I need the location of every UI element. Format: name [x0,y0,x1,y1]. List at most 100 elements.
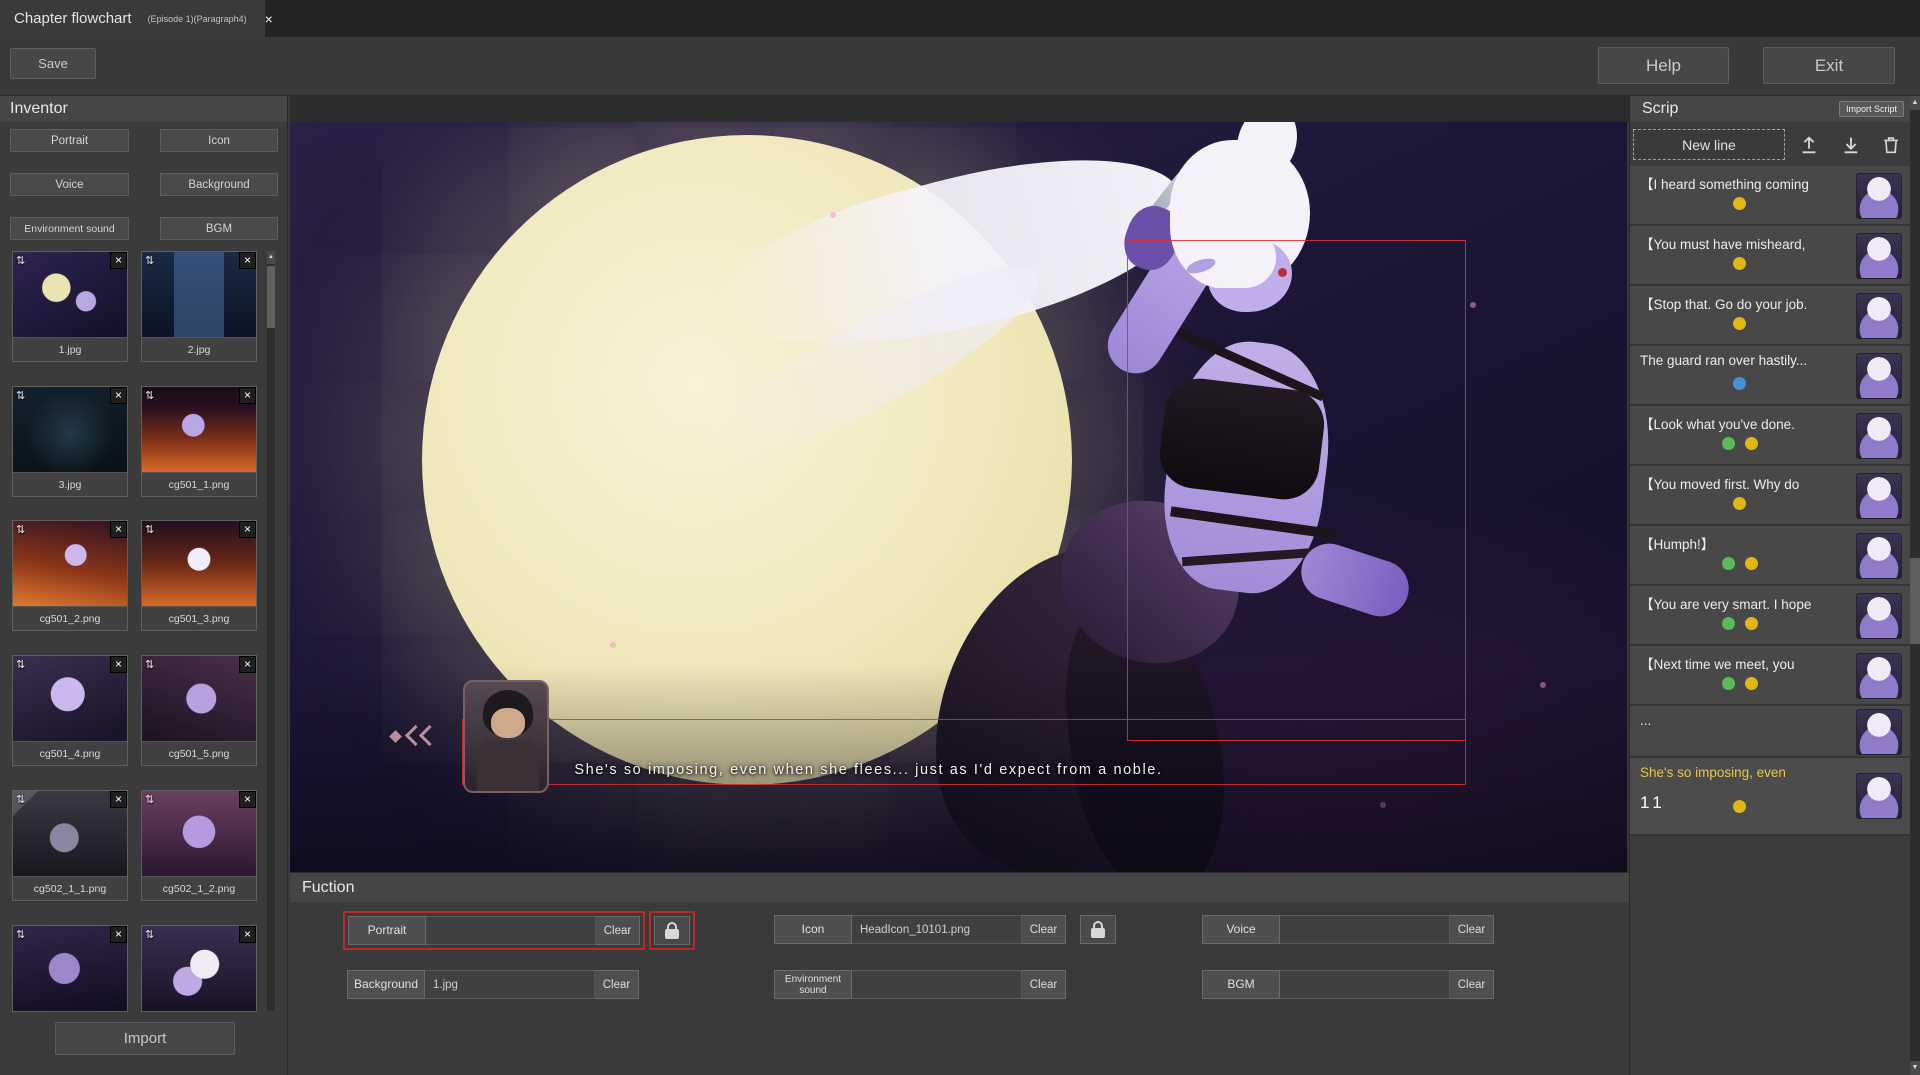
script-line-selected[interactable]: She's so imposing, even 11 [1630,758,1911,836]
inventory-thumbnail[interactable]: ⇅ × [12,925,128,1012]
script-line[interactable]: The guard ran over hastily... [1630,346,1911,406]
icon-field-label[interactable]: Icon [774,915,852,944]
bgm-clear-button[interactable]: Clear [1450,970,1494,999]
background-field-label[interactable]: Background [347,970,425,999]
environment-sound-clear-button[interactable]: Clear [1022,970,1066,999]
swap-arrows-icon[interactable]: ⇅ [145,658,154,671]
script-panel: Scrip Import Script New line 【I heard so… [1629,96,1910,1075]
bgm-field-label[interactable]: BGM [1202,970,1280,999]
script-line[interactable]: 【Humph!】 [1630,526,1911,586]
swap-arrows-icon[interactable]: ⇅ [16,389,25,402]
swap-arrows-icon[interactable]: ⇅ [16,658,25,671]
category-voice-button[interactable]: Voice [10,173,129,196]
environment-sound-field-label[interactable]: Environment sound [774,970,852,999]
import-script-button[interactable]: Import Script [1839,101,1904,117]
swap-arrows-icon[interactable]: ⇅ [145,389,154,402]
new-line-button[interactable]: New line [1633,129,1785,160]
lock-icon[interactable] [1080,915,1116,944]
swap-arrows-icon[interactable]: ⇅ [16,928,25,941]
script-line[interactable]: 【I heard something coming [1630,166,1911,226]
close-icon[interactable]: × [110,791,127,808]
inventory-thumbnail[interactable]: ⇅ × cg501_3.png [141,520,257,631]
background-field-value[interactable] [425,970,595,999]
close-icon[interactable]: × [239,521,256,538]
inventory-thumbnail[interactable]: ⇅ × 1.jpg [12,251,128,362]
swap-arrows-icon[interactable]: ⇅ [16,793,25,806]
close-icon[interactable]: × [110,387,127,404]
scrollbar-thumb[interactable] [267,266,275,328]
script-line[interactable]: ... [1630,706,1911,758]
inventory-thumbnail[interactable]: ⇅ × [141,925,257,1012]
bgm-field-value[interactable] [1280,970,1450,999]
window-scrollbar[interactable]: ▲ ▼ [1910,96,1920,1075]
inventory-thumbnail[interactable]: ⇅ × cg501_5.png [141,655,257,766]
voice-field-value[interactable] [1280,915,1450,944]
swap-arrows-icon[interactable]: ⇅ [145,928,154,941]
inventory-scrollbar[interactable]: ▲ [267,251,275,1011]
swap-arrows-icon[interactable]: ⇅ [145,523,154,536]
exit-button[interactable]: Exit [1763,47,1895,84]
thumbnail-image: ⇅ × [13,791,127,876]
portrait-field-label[interactable]: Portrait [348,916,426,945]
script-line[interactable]: 【You moved first. Why do [1630,466,1911,526]
close-icon[interactable]: × [110,521,127,538]
swap-arrows-icon[interactable]: ⇅ [16,523,25,536]
close-icon[interactable]: × [110,252,127,269]
help-button[interactable]: Help [1598,47,1729,84]
category-environment-sound-button[interactable]: Environment sound [10,217,129,240]
inventory-thumbnail[interactable]: ⇅ × cg501_2.png [12,520,128,631]
portrait-field-value[interactable] [426,916,596,945]
voice-field-label[interactable]: Voice [1202,915,1280,944]
voice-clear-button[interactable]: Clear [1450,915,1494,944]
preview-canvas[interactable]: She's so imposing, even when she flees..… [290,122,1627,872]
inventory-thumbnail[interactable]: ⇅ × 3.jpg [12,386,128,497]
close-icon[interactable]: × [239,791,256,808]
icon-field-value[interactable] [852,915,1022,944]
swap-arrows-icon[interactable]: ⇅ [145,793,154,806]
close-icon[interactable]: × [239,387,256,404]
petal-art [610,642,616,648]
script-line[interactable]: 【Stop that. Go do your job. [1630,286,1911,346]
category-portrait-button[interactable]: Portrait [10,129,129,152]
inventory-thumbnail[interactable]: ⇅ × 2.jpg [141,251,257,362]
swap-arrows-icon[interactable]: ⇅ [145,254,154,267]
swap-arrows-icon[interactable]: ⇅ [16,254,25,267]
scrollbar-thumb[interactable] [1910,558,1920,644]
close-icon[interactable]: × [239,252,256,269]
category-bgm-button[interactable]: BGM [160,217,278,240]
close-icon[interactable]: × [110,926,127,943]
tab-chapter-flowchart[interactable]: Chapter flowchart (Episode 1)(Paragraph4… [0,0,265,37]
scroll-down-icon[interactable]: ▼ [1910,1061,1920,1075]
script-line[interactable]: 【You must have misheard, [1630,226,1911,286]
scroll-up-icon[interactable]: ▲ [267,251,275,264]
inventory-thumbnail[interactable]: ⇅ × cg501_4.png [12,655,128,766]
status-dots [1630,437,1849,450]
sub-tab-label[interactable]: (Episode 1)(Paragraph4) [132,14,247,24]
thumbnail-filename: cg501_3.png [142,606,256,630]
category-icon-button[interactable]: Icon [160,129,278,152]
script-line[interactable]: 【Next time we meet, you [1630,646,1911,706]
script-line[interactable]: 【Look what you've done. [1630,406,1911,466]
close-icon[interactable]: × [265,11,273,27]
close-icon[interactable]: × [239,926,256,943]
script-line[interactable]: 【You are very smart. I hope [1630,586,1911,646]
inventory-thumbnail[interactable]: ⇅ × cg502_1_2.png [141,790,257,901]
save-button[interactable]: Save [10,48,96,79]
move-line-down-button[interactable] [1838,132,1864,158]
icon-clear-button[interactable]: Clear [1022,915,1066,944]
inventory-thumbnail[interactable]: ⇅ × cg502_1_1.png [12,790,128,901]
thumbnail-image: ⇅ × [142,791,256,876]
environment-sound-field-value[interactable] [852,970,1022,999]
lock-icon[interactable] [654,916,690,945]
status-dots [1630,257,1849,270]
category-background-button[interactable]: Background [160,173,278,196]
delete-line-button[interactable] [1878,132,1904,158]
close-icon[interactable]: × [110,656,127,673]
close-icon[interactable]: × [239,656,256,673]
inventory-thumbnail[interactable]: ⇅ × cg501_1.png [141,386,257,497]
import-button[interactable]: Import [55,1022,235,1055]
portrait-clear-button[interactable]: Clear [596,916,640,945]
scroll-up-icon[interactable]: ▲ [1910,96,1920,110]
move-line-up-button[interactable] [1796,132,1822,158]
background-clear-button[interactable]: Clear [595,970,639,999]
